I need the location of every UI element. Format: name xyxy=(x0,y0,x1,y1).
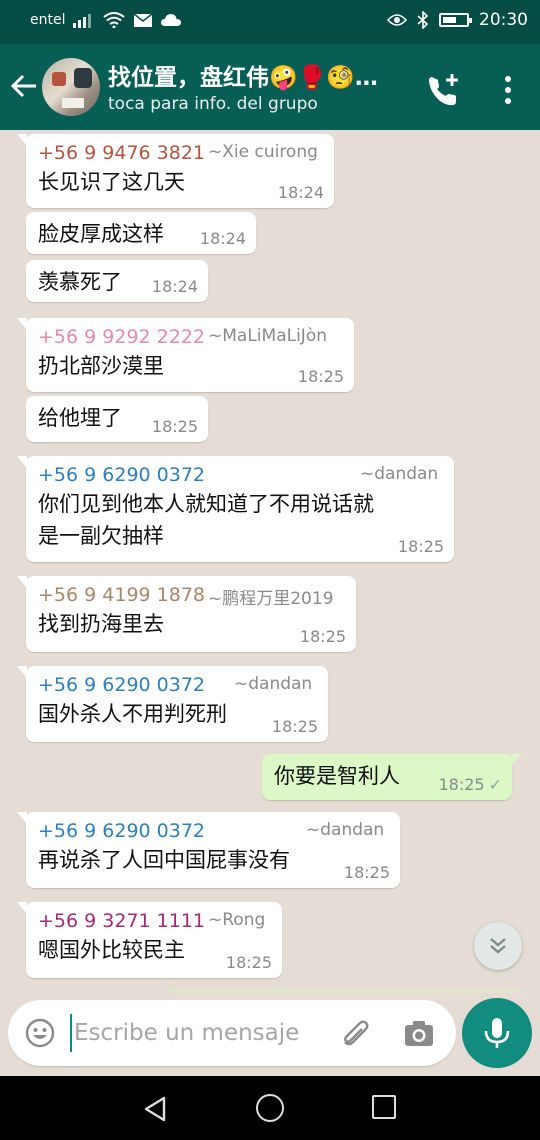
eye-icon xyxy=(387,14,407,26)
message-text: 再说杀了人回中国屁事没有 xyxy=(38,848,290,872)
cloud-icon xyxy=(161,14,182,26)
divider xyxy=(170,990,522,993)
message-bubble[interactable]: +56 9 6290 0372 ~dandan 你们见到他本人就知道了不用说话就… xyxy=(17,456,454,562)
message-bubble[interactable]: +56 9 3271 1111 ~Rong 嗯国外比较民主 18:25 xyxy=(17,902,282,978)
nav-recents-icon[interactable] xyxy=(372,1095,396,1119)
group-title[interactable]: 找位置，盘红伟🤪🥊🧐… xyxy=(108,58,378,92)
sender-alias: ~MaLiMaLiJòn xyxy=(208,326,327,346)
composer-bar xyxy=(8,1000,456,1066)
status-bar: entel 20:30 xyxy=(0,0,540,44)
message-bubble[interactable]: 脸皮厚成这样 18:24 xyxy=(26,212,256,254)
message-time: 18:25 xyxy=(299,627,346,646)
nav-home-icon[interactable] xyxy=(256,1094,284,1122)
signal-icon xyxy=(73,14,92,28)
message-bubble[interactable]: +56 9 6290 0372 ~dandan 国外杀人不用判死刑 18:25 xyxy=(17,666,328,742)
wifi-icon xyxy=(103,12,126,28)
message-bubble[interactable]: 给他埋了 18:25 xyxy=(26,396,208,442)
sender-alias: ~Xie cuirong xyxy=(208,142,318,162)
message-bubble-outgoing[interactable]: 你要是智利人 18:25 ✓ xyxy=(262,754,521,800)
message-bubble[interactable]: +56 9 9292 2222 ~MaLiMaLiJòn 扔北部沙漠里 18:2… xyxy=(17,318,354,392)
mic-icon[interactable] xyxy=(462,998,532,1068)
mail-icon xyxy=(134,12,153,27)
group-subtitle[interactable]: toca para info. del grupo xyxy=(108,94,318,114)
nav-back-icon[interactable] xyxy=(140,1094,170,1124)
carrier-label: entel xyxy=(30,12,66,28)
message-input[interactable] xyxy=(70,1014,330,1052)
attach-icon[interactable] xyxy=(338,1017,372,1051)
sender-alias: ~Rong xyxy=(208,910,266,930)
message-time: 18:25 xyxy=(271,717,318,736)
battery-fill xyxy=(443,17,457,23)
chat-header: 找位置，盘红伟🤪🥊🧐… toca para info. del grupo xyxy=(0,44,540,130)
system-nav-bar xyxy=(0,1076,540,1140)
message-bubble[interactable]: +56 9 4199 1878 ~鹏程万里2019 找到扔海里去 18:25 xyxy=(17,576,356,652)
message-time: 18:25 xyxy=(397,537,444,556)
sender-alias: ~鹏程万里2019 xyxy=(208,589,334,609)
message-time: 18:25 xyxy=(343,863,390,882)
message-bubble[interactable]: +56 9 6290 0372 ~dandan 再说杀了人回中国屁事没有 18:… xyxy=(17,812,400,888)
message-bubble[interactable]: +56 9 9476 3821 ~Xie cuirong 长见识了这几天 18:… xyxy=(17,134,334,208)
message-list[interactable]: +56 9 9476 3821 ~Xie cuirong 长见识了这几天 18:… xyxy=(0,130,540,998)
sent-check-icon: ✓ xyxy=(488,775,502,794)
status-right: 20:30 xyxy=(387,10,528,30)
group-avatar[interactable] xyxy=(42,58,100,116)
message-time-text: 18:25 xyxy=(438,775,485,794)
message-text: 是一副欠抽样 xyxy=(38,524,164,548)
camera-icon[interactable] xyxy=(402,1017,436,1051)
message-time: 18:25 ✓ xyxy=(438,775,502,794)
emoji-icon[interactable] xyxy=(24,1017,56,1049)
add-call-icon[interactable] xyxy=(424,70,464,110)
sender-alias: ~dandan xyxy=(234,674,313,694)
message-text: 找到扔海里去 xyxy=(38,612,164,636)
bluetooth-icon xyxy=(417,11,429,29)
message-bubble[interactable]: 羡慕死了 18:24 xyxy=(26,260,208,302)
message-time: 18:24 xyxy=(151,277,198,296)
message-time: 18:24 xyxy=(277,183,324,202)
message-time: 18:25 xyxy=(297,367,344,386)
sender-alias: ~dandan xyxy=(306,820,385,840)
message-time: 18:25 xyxy=(151,417,198,436)
clock: 20:30 xyxy=(479,10,528,30)
message-text: 你们见到他本人就知道了不用说话就 xyxy=(38,492,374,516)
scroll-down-icon[interactable] xyxy=(474,922,522,970)
message-time: 18:24 xyxy=(199,229,246,248)
battery-icon xyxy=(439,13,472,27)
message-time: 18:25 xyxy=(225,953,272,972)
sender-alias: ~dandan xyxy=(360,464,439,484)
message-text: 扔北部沙漠里 xyxy=(38,354,164,378)
back-arrow-icon[interactable] xyxy=(8,68,40,104)
more-vert-icon[interactable] xyxy=(494,70,522,110)
status-left: entel xyxy=(30,12,182,28)
